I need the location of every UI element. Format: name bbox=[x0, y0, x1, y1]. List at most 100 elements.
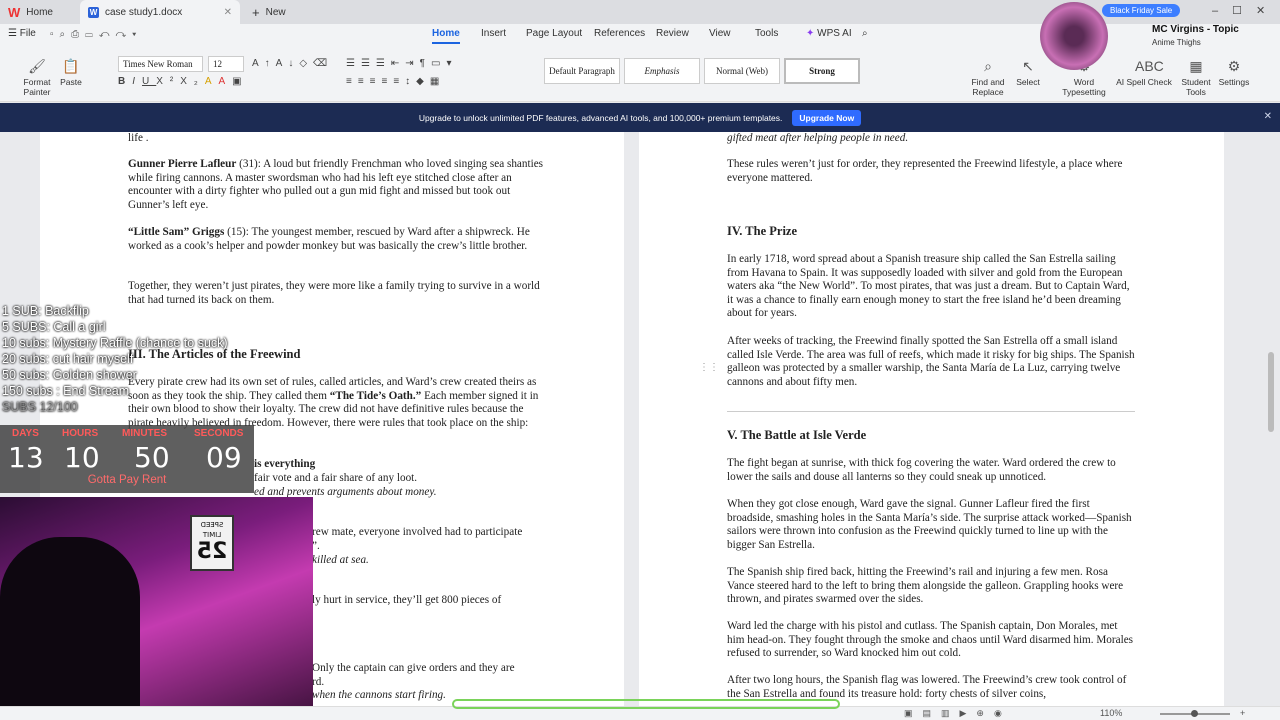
list-item: Only the captain can give orders and the… bbox=[312, 662, 515, 674]
style-emphasis[interactable]: Emphasis bbox=[624, 58, 700, 84]
paragraph: “Little Sam” Griggs (15): The youngest m… bbox=[128, 226, 530, 252]
new-tab-button[interactable]: + New bbox=[244, 0, 294, 24]
wps-ai-icon: ✦ bbox=[806, 28, 815, 39]
menu-view[interactable]: View bbox=[709, 28, 731, 39]
quick-access-icons[interactable]: ▫⌕⎙▭↶↷▾ bbox=[50, 29, 142, 40]
vertical-scrollbar[interactable] bbox=[1268, 352, 1274, 432]
timer-label: SECONDS bbox=[194, 428, 244, 439]
menu-references[interactable]: References bbox=[594, 28, 645, 39]
progress-overlay-bar bbox=[452, 699, 840, 709]
timer-label: HOURS bbox=[62, 428, 99, 439]
menu-wps-ai[interactable]: ✦ WPS AI bbox=[806, 28, 852, 39]
right-page[interactable]: gifted meat after helping people in need… bbox=[639, 132, 1224, 706]
list-item: is everything bbox=[254, 458, 316, 470]
sub-goal: 150 subs : End Stream bbox=[2, 384, 130, 398]
tab-document[interactable]: W case study1.docx ✕ bbox=[80, 0, 240, 24]
timer-minutes: 50 bbox=[134, 441, 170, 474]
zoom-slider-thumb[interactable] bbox=[1191, 710, 1198, 717]
wps-logo-icon: W bbox=[8, 4, 21, 20]
tab-document-label: case study1.docx bbox=[105, 6, 183, 18]
select-button[interactable]: ↖ Select bbox=[1010, 58, 1046, 87]
list-buttons[interactable]: ☰☰☰⇤⇥¶▭▾ bbox=[346, 58, 458, 69]
stream-topic-subtitle: Anime Thighs bbox=[1152, 38, 1201, 47]
black-friday-badge: Black Friday Sale bbox=[1102, 4, 1181, 17]
close-tab-icon[interactable]: ✕ bbox=[224, 7, 232, 18]
status-bar: ▣▤▥▶⊕◉ 110% + bbox=[0, 699, 1280, 720]
alignment-buttons[interactable]: ≡≡≡≡≡↕◆▦ bbox=[346, 76, 445, 87]
list-item: ly hurt in service, they’ll get 800 piec… bbox=[312, 594, 502, 606]
tab-home[interactable]: W Home bbox=[0, 0, 78, 24]
close-banner-icon[interactable]: ✕ bbox=[1264, 111, 1272, 122]
sub-goals-overlay: 1 SUB: Backflip 5 SUBS: Call a girl 10 s… bbox=[0, 303, 254, 415]
font-size-select[interactable]: 12 bbox=[208, 56, 244, 72]
gear-icon: ⚙ bbox=[1227, 58, 1241, 74]
timer-seconds: 09 bbox=[206, 441, 242, 474]
paragraph: When they got close enough, Ward gave th… bbox=[727, 498, 1132, 551]
font-family-select[interactable]: Times New Roman bbox=[118, 56, 203, 72]
webcam-feed: SPEED LIMIT 25 bbox=[0, 497, 313, 720]
brush-icon: 🖌 bbox=[28, 58, 46, 74]
speed-limit-sign: SPEED LIMIT 25 bbox=[190, 515, 234, 571]
timer-label: MINUTES bbox=[122, 428, 167, 439]
sub-goal: 5 SUBS: Call a girl bbox=[2, 320, 106, 334]
streamer-silhouette bbox=[0, 537, 140, 720]
zoom-level[interactable]: 110% bbox=[1100, 708, 1122, 718]
text-format-buttons[interactable]: BIUX²X₂AA▣ bbox=[118, 76, 249, 87]
paragraph: After weeks of tracking, the Freewind fi… bbox=[727, 335, 1135, 388]
menu-review[interactable]: Review bbox=[656, 28, 689, 39]
divider bbox=[727, 411, 1135, 412]
paragraph: Gunner Pierre Lafleur (31): A loud but f… bbox=[128, 158, 544, 211]
list-item: killed at sea. bbox=[312, 554, 369, 566]
paragraph: The fight began at sunrise, with thick f… bbox=[727, 457, 1116, 483]
timer-hours: 10 bbox=[64, 441, 100, 474]
sub-goal: 50 subs: Golden shower bbox=[2, 368, 137, 382]
drag-handle-icon[interactable]: ⋮⋮ bbox=[699, 362, 719, 373]
section-heading: V. The Battle at Isle Verde bbox=[727, 428, 867, 442]
avatar bbox=[1040, 2, 1108, 70]
find-replace-button[interactable]: ⌕ Find and Replace bbox=[968, 58, 1008, 97]
paragraph: The Spanish ship fired back, hitting the… bbox=[727, 566, 1124, 606]
sub-goal: 10 subs: Mystery Raffle (chance to suck) bbox=[2, 336, 228, 350]
spellcheck-icon: ABC bbox=[1135, 58, 1164, 74]
paste-icon: 📋 bbox=[62, 58, 80, 74]
menu-home[interactable]: Home bbox=[432, 28, 460, 44]
banner-text: Upgrade to unlock unlimited PDF features… bbox=[418, 112, 783, 123]
format-painter-button[interactable]: 🖌 Format Painter bbox=[18, 58, 56, 97]
paragraph: These rules weren’t just for order, they… bbox=[727, 158, 1123, 184]
settings-button[interactable]: ⚙ Settings bbox=[1214, 58, 1254, 87]
stream-topic-overlay: Black Friday Sale MC Virgins - Topic Ani… bbox=[1040, 0, 1280, 70]
menu-page-layout[interactable]: Page Layout bbox=[526, 28, 582, 39]
cursor-icon: ↖ bbox=[1022, 58, 1034, 74]
font-size-buttons[interactable]: A↑A↓◇⌫ bbox=[252, 58, 333, 69]
paragraph: In early 1718, word spread about a Spani… bbox=[727, 253, 1130, 320]
file-menu[interactable]: ☰ File bbox=[8, 28, 36, 39]
timer-label: DAYS bbox=[12, 428, 39, 439]
student-tools-button[interactable]: ▦ Student Tools bbox=[1176, 58, 1216, 97]
search-icon[interactable]: ⌕ bbox=[862, 28, 868, 39]
timer-caption: Gotta Pay Rent bbox=[87, 474, 167, 486]
section-heading: IV. The Prize bbox=[727, 224, 798, 238]
stream-topic-title: MC Virgins - Topic bbox=[1152, 24, 1239, 35]
ai-spell-check-button[interactable]: ABC AI Spell Check bbox=[1114, 58, 1174, 87]
menu-tools[interactable]: Tools bbox=[755, 28, 778, 39]
list-item: ”. bbox=[312, 540, 320, 552]
plus-icon: + bbox=[252, 4, 260, 20]
list-item: when the cannons start firing. bbox=[312, 689, 446, 701]
upgrade-now-button[interactable]: Upgrade Now bbox=[792, 109, 862, 126]
paragraph: gifted meat after helping people in need… bbox=[727, 132, 909, 144]
tab-home-label: Home bbox=[26, 6, 53, 18]
new-tab-label: New bbox=[265, 6, 286, 18]
menu-insert[interactable]: Insert bbox=[481, 28, 506, 39]
style-strong[interactable]: Strong bbox=[784, 58, 860, 84]
style-default-paragraph[interactable]: Default Paragraph bbox=[544, 58, 620, 84]
list-item: fair vote and a fair share of any loot. bbox=[254, 472, 418, 484]
magnifier-icon: ⌕ bbox=[984, 58, 992, 74]
list-item: rew mate, everyone involved had to parti… bbox=[312, 526, 523, 538]
word-doc-icon: W bbox=[88, 6, 99, 18]
zoom-in-icon[interactable]: + bbox=[1240, 708, 1245, 718]
paragraph: life . bbox=[128, 132, 149, 144]
style-normal-web[interactable]: Normal (Web) bbox=[704, 58, 780, 84]
paste-button[interactable]: 📋 Paste bbox=[56, 58, 86, 87]
view-mode-icons[interactable]: ▣▤▥▶⊕◉ bbox=[904, 708, 1012, 719]
sub-goal: 1 SUB: Backflip bbox=[2, 304, 89, 318]
